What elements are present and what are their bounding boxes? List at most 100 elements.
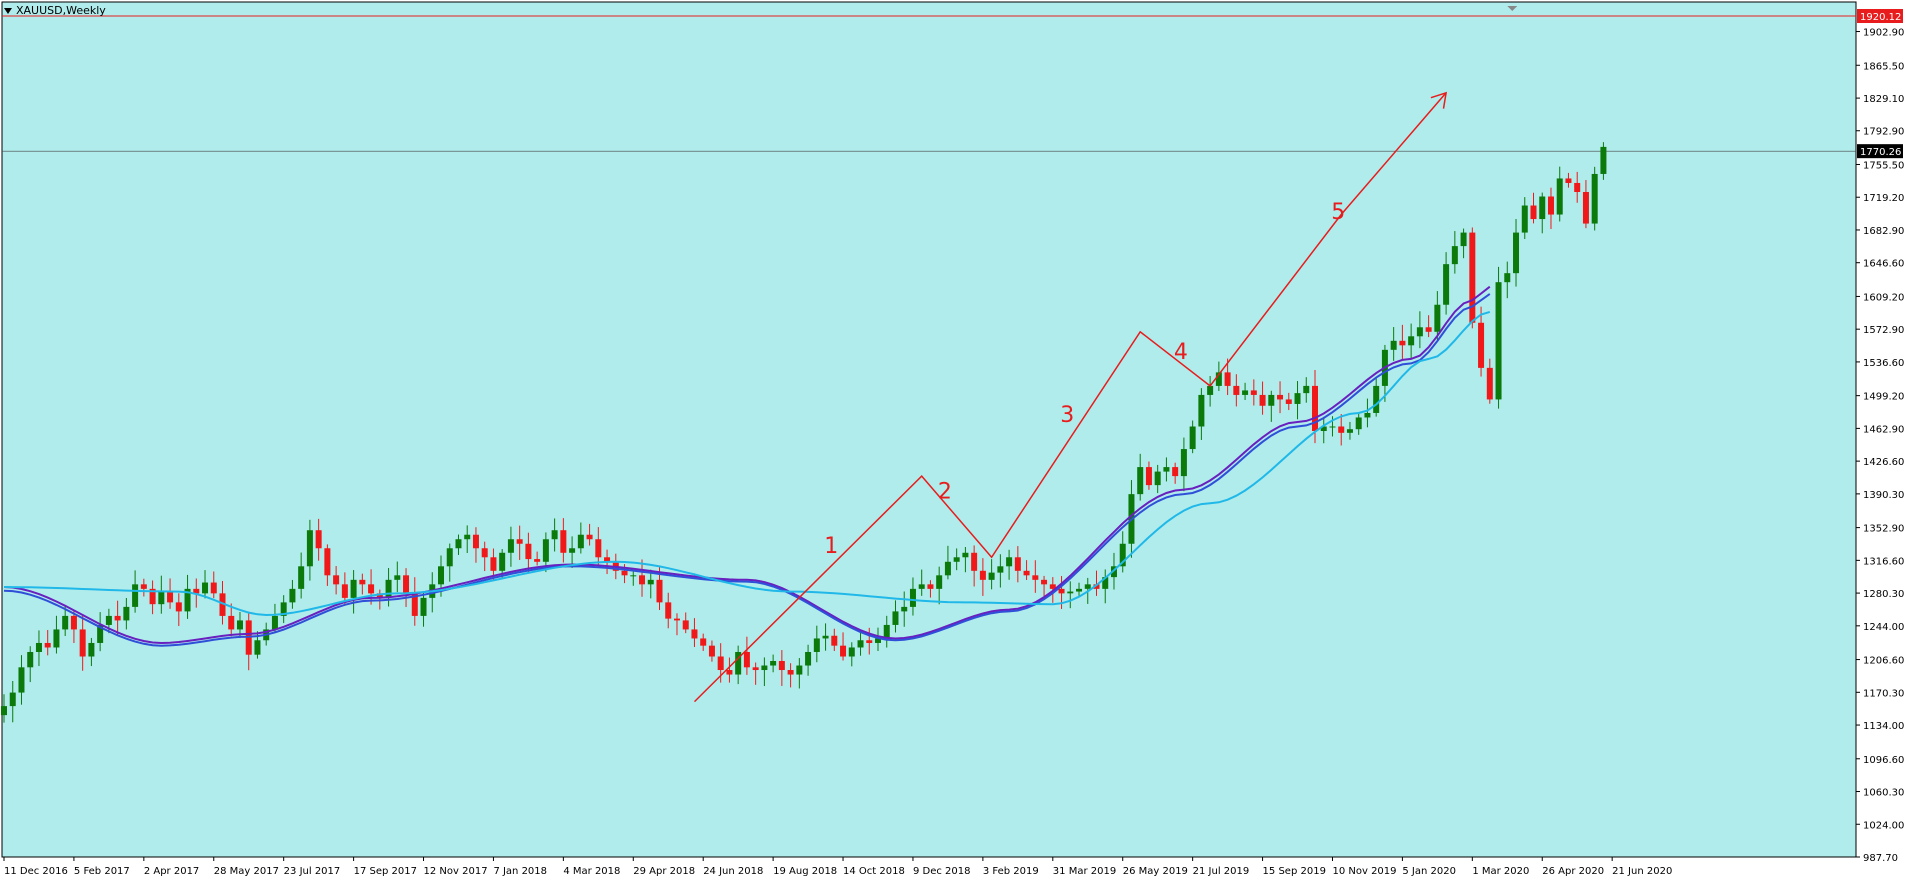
candle-body (1408, 336, 1415, 346)
time-tick-label: 17 Sep 2017 (354, 866, 417, 877)
candle-body (368, 584, 375, 594)
candle-body (831, 635, 838, 646)
candle-body (333, 575, 340, 585)
price-tick-label: 1536.60 (1863, 358, 1904, 369)
candle-body (1067, 591, 1074, 594)
candle-body (175, 602, 182, 612)
candle-body (1434, 304, 1441, 332)
candle-body (1513, 232, 1520, 274)
price-tick-label: 1352.90 (1863, 524, 1904, 535)
time-tick-label: 26 May 2019 (1123, 866, 1188, 877)
price-tick-label: 1646.60 (1863, 259, 1904, 270)
candle-body (62, 615, 69, 630)
candle-body (1084, 584, 1091, 589)
candle-body (901, 606, 908, 612)
candle-body (866, 640, 873, 643)
price-tick-label: 1719.20 (1863, 193, 1904, 204)
time-tick-label: 12 Nov 2017 (424, 866, 488, 877)
time-tick-label: 11 Dec 2016 (4, 866, 68, 877)
level-price-tag: 1920.12 (1857, 9, 1903, 23)
candle-body (403, 575, 410, 594)
candle-body (1277, 394, 1284, 400)
candle-body (359, 579, 366, 585)
candle-body (892, 611, 899, 625)
candle-body (298, 566, 305, 589)
candle-body (542, 539, 549, 562)
candle-body (1547, 196, 1554, 215)
wave-label-3: 3 (1060, 403, 1074, 428)
candle-body (1460, 232, 1467, 247)
candle-body (1469, 232, 1476, 323)
candle-body (1294, 393, 1301, 404)
current-price-tag-text: 1770.26 (1860, 147, 1901, 158)
candle-body (1451, 246, 1458, 265)
candle-body (1373, 385, 1380, 413)
price-tick-label: 1499.20 (1863, 392, 1904, 403)
candle-body (717, 656, 724, 671)
candlestick-chart[interactable]: 1902.90 1865.50 1829.10 1792.90 1755.50 1719.… (0, 0, 1906, 884)
candle-body (1530, 205, 1537, 220)
candle-body (857, 640, 864, 648)
candle-body (1521, 205, 1528, 233)
candle-body (761, 665, 768, 671)
candle-body (997, 566, 1004, 573)
candle-body (577, 534, 584, 549)
collapse-triangle-icon[interactable] (4, 8, 12, 14)
price-tick-label: 1244.00 (1863, 622, 1904, 633)
candle-body (1504, 273, 1511, 283)
candle-body (1495, 282, 1502, 400)
candle-body (971, 552, 978, 571)
candle-body (1591, 173, 1598, 224)
symbol-title-text: XAUUSD,Weekly (16, 4, 106, 17)
candle-body (1172, 467, 1179, 477)
candle-body (586, 534, 593, 540)
time-tick-label: 21 Jun 2020 (1612, 866, 1672, 877)
candle-body (665, 602, 672, 619)
candle-body (306, 530, 313, 567)
candle-body (708, 645, 715, 657)
candle-body (455, 539, 462, 549)
price-tick-label: 1829.10 (1863, 94, 1904, 105)
candle-body (446, 548, 453, 567)
candle-body (472, 534, 479, 549)
candle-body (1154, 471, 1161, 486)
price-tick-label: 1096.60 (1863, 755, 1904, 766)
time-tick-label: 3 Feb 2019 (983, 866, 1039, 877)
candle-body (27, 651, 34, 668)
candle-body (805, 651, 812, 666)
time-tick-label: 31 Mar 2019 (1053, 866, 1116, 877)
time-tick-label: 5 Feb 2017 (74, 866, 130, 877)
candle-body (927, 584, 934, 589)
price-tick-label: 1206.60 (1863, 656, 1904, 667)
candle-body (682, 620, 689, 630)
price-tick-label: 1316.60 (1863, 556, 1904, 567)
candle-body (123, 606, 130, 621)
candle-body (822, 635, 829, 639)
candle-body (1014, 557, 1021, 571)
time-tick-label: 29 Apr 2018 (633, 866, 695, 877)
bull-candle (1495, 266, 1502, 409)
candle-body (1137, 467, 1144, 495)
price-tick-label: 1609.20 (1863, 292, 1904, 303)
candle-body (778, 661, 785, 671)
time-tick-label: 9 Dec 2018 (913, 866, 971, 877)
candle-body (1250, 390, 1257, 395)
time-tick-label: 26 Apr 2020 (1542, 866, 1604, 877)
candle-body (516, 539, 523, 544)
candle-body (1486, 367, 1493, 400)
candle-body (70, 615, 77, 630)
price-tick-label: 1902.90 (1863, 28, 1904, 39)
candle-body (1425, 327, 1432, 332)
candle-body (1390, 340, 1397, 350)
level-price-tag-text: 1920.12 (1860, 12, 1901, 23)
candle-body (595, 539, 602, 558)
candle-body (796, 665, 803, 675)
time-tick-label: 23 Jul 2017 (284, 866, 341, 877)
candle-body (507, 539, 514, 553)
price-tick-label: 1755.50 (1863, 160, 1904, 171)
price-tick-label: 1060.30 (1863, 788, 1904, 799)
candle-body (1399, 340, 1406, 346)
candle-body (210, 582, 217, 594)
symbol-title[interactable]: XAUUSD,Weekly (4, 4, 106, 18)
candle-body (420, 597, 427, 616)
